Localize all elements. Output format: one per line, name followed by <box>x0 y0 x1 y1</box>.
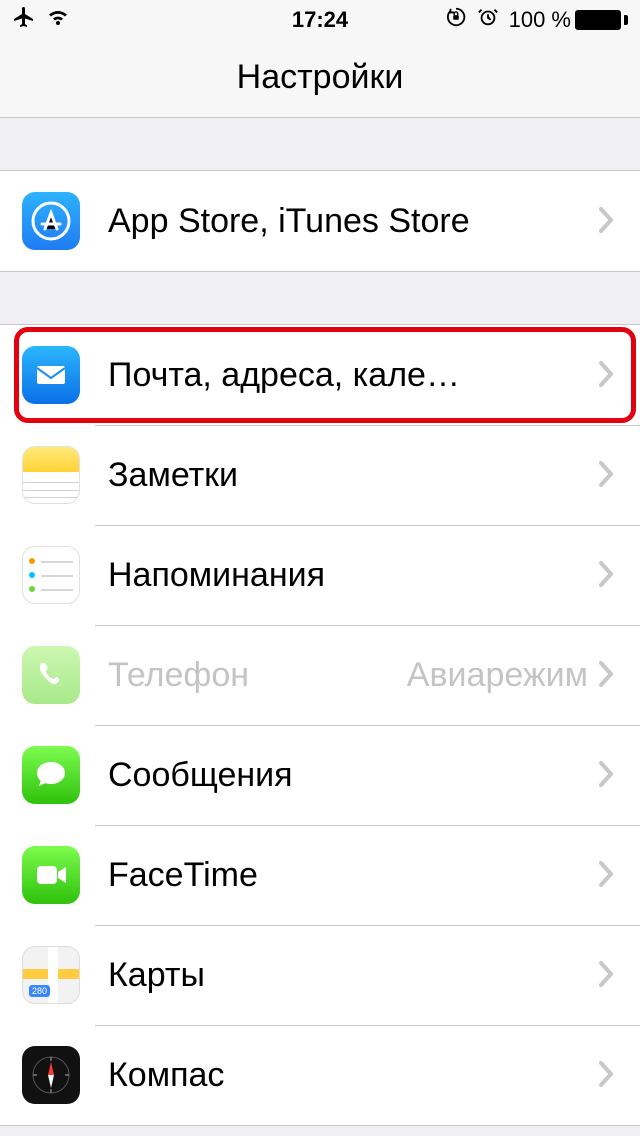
battery-percent: 100 % <box>509 7 571 33</box>
maps-badge: 280 <box>29 985 50 997</box>
chevron-right-icon <box>598 355 614 395</box>
row-phone[interactable]: Телефон Авиарежим <box>0 625 640 725</box>
row-label: Компас <box>108 1056 598 1095</box>
row-label: Почта, адреса, кале… <box>108 356 598 395</box>
battery-icon <box>575 10 621 30</box>
alarm-icon <box>477 6 499 34</box>
appstore-icon <box>22 192 80 250</box>
row-label: Телефон <box>108 656 407 695</box>
status-right: 100 % <box>445 6 628 34</box>
phone-icon <box>22 646 80 704</box>
row-label: Карты <box>108 956 598 995</box>
chevron-right-icon <box>598 1055 614 1095</box>
row-appstore[interactable]: App Store, iTunes Store <box>0 171 640 271</box>
settings-group-store: App Store, iTunes Store <box>0 170 640 272</box>
row-detail: Авиарежим <box>407 656 588 695</box>
row-facetime[interactable]: FaceTime <box>0 825 640 925</box>
compass-icon <box>22 1046 80 1104</box>
row-reminders[interactable]: Напоминания <box>0 525 640 625</box>
status-bar: 17:24 100 % <box>0 0 640 40</box>
messages-icon <box>22 746 80 804</box>
notes-icon <box>22 446 80 504</box>
chevron-right-icon <box>598 201 614 241</box>
mail-icon <box>22 346 80 404</box>
row-label: Сообщения <box>108 756 598 795</box>
chevron-right-icon <box>598 655 614 695</box>
battery-indicator: 100 % <box>509 7 628 33</box>
row-label: App Store, iTunes Store <box>108 202 598 241</box>
status-time: 17:24 <box>292 7 348 33</box>
chevron-right-icon <box>598 555 614 595</box>
row-mail[interactable]: Почта, адреса, кале… <box>0 325 640 425</box>
status-left <box>12 5 70 35</box>
chevron-right-icon <box>598 855 614 895</box>
row-messages[interactable]: Сообщения <box>0 725 640 825</box>
maps-icon: 280 <box>22 946 80 1004</box>
chevron-right-icon <box>598 955 614 995</box>
row-label: FaceTime <box>108 856 598 895</box>
row-label: Напоминания <box>108 556 598 595</box>
row-maps[interactable]: 280 Карты <box>0 925 640 1025</box>
reminders-icon <box>22 546 80 604</box>
settings-group-apps: Почта, адреса, кале… Заметки Напоминания <box>0 324 640 1126</box>
row-notes[interactable]: Заметки <box>0 425 640 525</box>
page-title: Настройки <box>0 40 640 118</box>
wifi-icon <box>46 7 70 33</box>
orientation-lock-icon <box>445 6 467 34</box>
chevron-right-icon <box>598 455 614 495</box>
row-compass[interactable]: Компас <box>0 1025 640 1125</box>
facetime-icon <box>22 846 80 904</box>
chevron-right-icon <box>598 755 614 795</box>
airplane-icon <box>12 5 36 35</box>
row-label: Заметки <box>108 456 598 495</box>
